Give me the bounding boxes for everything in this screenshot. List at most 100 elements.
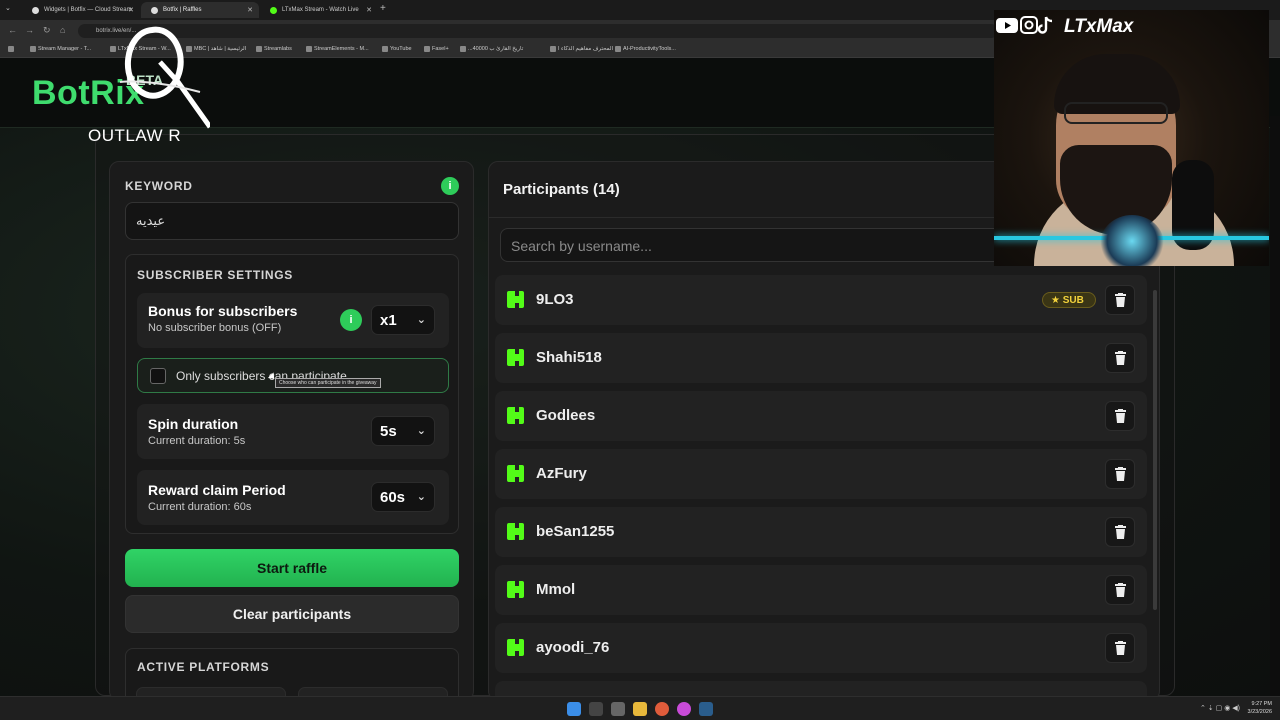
bookmark-item[interactable]: ...40000 تاريخ القارئ ب <box>460 46 523 52</box>
trash-icon <box>1115 351 1126 365</box>
chevron-down-icon: ⌄ <box>416 491 426 503</box>
tab-widgets[interactable]: Widgets | Botfix — Cloud Stream ✕ <box>22 2 140 18</box>
reload-icon[interactable]: ↻ <box>43 25 51 36</box>
participant-row: 9LO3 ★ SUB <box>495 275 1147 325</box>
taskbar-clock[interactable]: 9:27 PM 3/23/2026 <box>1248 700 1272 716</box>
kick-icon <box>507 639 524 656</box>
participants-title: Participants (14) <box>503 181 620 198</box>
bookmark-item[interactable]: YouTube <box>382 46 412 52</box>
participant-row: ayoodi_76 <box>495 623 1147 673</box>
bonus-select[interactable]: x1 ⌄ <box>371 305 435 335</box>
system-tray-icons[interactable]: ⌃ ⇣ ▢ ◉ ◀) <box>1200 704 1240 712</box>
participant-row: Mmol <box>495 565 1147 615</box>
windows-taskbar: ⌃ ⇣ ▢ ◉ ◀) 9:27 PM 3/23/2026 <box>0 696 1280 720</box>
instagram-icon <box>1020 16 1038 34</box>
kick-icon <box>507 465 524 482</box>
tab-raffles[interactable]: Botfix | Raffles ✕ <box>141 2 259 18</box>
search-icon[interactable] <box>589 702 603 716</box>
delete-participant-button[interactable] <box>1105 575 1135 605</box>
only-subscribers-tooltip: Choose who can participate in the giveaw… <box>275 378 381 388</box>
page-scrollbar[interactable] <box>1270 116 1280 720</box>
delete-participant-button[interactable] <box>1105 401 1135 431</box>
spin-duration-card: Spin duration Current duration: 5s 5s ⌄ <box>137 404 449 459</box>
keyword-info-icon[interactable]: i <box>441 177 459 195</box>
participant-name: Godlees <box>536 407 596 424</box>
claim-period-title: Reward claim Period <box>148 482 286 498</box>
back-icon[interactable]: ← <box>8 25 17 35</box>
tiktok-icon <box>1037 16 1053 34</box>
tab-close-icon[interactable]: ✕ <box>247 6 253 14</box>
claim-period-subtitle: Current duration: 60s <box>148 501 252 513</box>
chevron-down-icon: ⌄ <box>416 314 426 326</box>
participant-name: Shahi518 <box>536 349 602 366</box>
new-tab-icon[interactable]: + <box>380 3 386 14</box>
bookmark-item[interactable]: Fasel+ <box>424 46 449 52</box>
steam-icon[interactable] <box>699 702 713 716</box>
bookmark-item[interactable]: Stream Manager - T... <box>30 46 91 52</box>
raffle-settings-panel: KEYWORD i عيديه SUBSCRIBER SETTINGS Bonu… <box>109 161 474 701</box>
participant-name: beSan1255 <box>536 523 615 540</box>
sub-badge: ★ SUB <box>1042 292 1096 308</box>
bonus-card: Bonus for subscribers No subscriber bonu… <box>137 293 449 348</box>
claim-period-select[interactable]: 60s ⌄ <box>371 482 435 512</box>
delete-participant-button[interactable] <box>1105 517 1135 547</box>
kick-icon <box>507 407 524 424</box>
chrome-icon[interactable] <box>655 702 669 716</box>
kick-icon <box>507 523 524 540</box>
delete-participant-button[interactable] <box>1105 343 1135 373</box>
only-subscribers-checkbox[interactable] <box>150 368 166 384</box>
keyword-title: KEYWORD <box>125 179 193 193</box>
bonus-info-icon[interactable]: i <box>340 309 362 331</box>
kick-icon <box>507 581 524 598</box>
social-icons <box>996 16 1053 34</box>
webcam-glasses <box>1064 102 1168 124</box>
delete-participant-button[interactable] <box>1105 459 1135 489</box>
trash-icon <box>1115 293 1126 307</box>
spin-duration-select[interactable]: 5s ⌄ <box>371 416 435 446</box>
participant-name: 9LO3 <box>536 291 574 308</box>
bookmark-item[interactable]: AI-ProductivityTools... <box>615 46 676 52</box>
bonus-title: Bonus for subscribers <box>148 303 298 319</box>
home-icon[interactable]: ⌂ <box>60 25 65 35</box>
start-raffle-button[interactable]: Start raffle <box>125 549 459 587</box>
bookmark-item[interactable]: StreamElements - M... <box>306 46 369 52</box>
tab-favicon-icon <box>32 7 39 14</box>
task-view-icon[interactable] <box>611 702 625 716</box>
participant-name: AzFury <box>536 465 587 482</box>
url-input[interactable]: botrix.live/en/... <box>78 24 998 38</box>
file-explorer-icon[interactable] <box>633 702 647 716</box>
bookmark-item[interactable]: المحترف مفاهيم الذكاء ا <box>550 46 613 52</box>
app-icon[interactable] <box>677 702 691 716</box>
bookmark-item[interactable]: Streamlabs <box>256 46 292 52</box>
active-platforms-title: ACTIVE PLATFORMS <box>137 660 270 674</box>
keyword-input[interactable]: عيديه <box>125 202 459 240</box>
participant-row: Godlees <box>495 391 1147 441</box>
trash-icon <box>1115 641 1126 655</box>
windows-start-icon[interactable] <box>567 702 581 716</box>
trash-icon <box>1115 583 1126 597</box>
kick-icon <box>507 349 524 366</box>
webcam-overlay <box>994 10 1269 266</box>
tab-close-icon[interactable]: ✕ <box>366 6 372 14</box>
clear-participants-button[interactable]: Clear participants <box>125 595 459 633</box>
subscriber-settings-title: SUBSCRIBER SETTINGS <box>137 268 293 282</box>
subscriber-settings-box: SUBSCRIBER SETTINGS Bonus for subscriber… <box>125 254 459 534</box>
tab-close-icon[interactable]: ✕ <box>128 6 134 14</box>
tab-favicon-icon <box>151 7 158 14</box>
overlay-logo-text: OUTLAW R <box>88 126 182 145</box>
tab-list-icon[interactable]: ⌄ <box>5 4 11 12</box>
outlaw-logo-icon <box>119 26 210 129</box>
trash-icon <box>1115 409 1126 423</box>
trash-icon <box>1115 525 1126 539</box>
delete-participant-button[interactable] <box>1105 285 1135 315</box>
participants-scrollbar[interactable] <box>1153 290 1157 610</box>
spin-duration-subtitle: Current duration: 5s <box>148 435 246 447</box>
spin-duration-title: Spin duration <box>148 416 239 432</box>
delete-participant-button[interactable] <box>1105 633 1135 663</box>
only-subscribers-toggle[interactable]: Only subscribers can participate Choose … <box>137 358 449 393</box>
bonus-subtitle: No subscriber bonus (OFF) <box>148 322 282 334</box>
tab-ltxmax-stream[interactable]: LTxMax Stream - Watch Live ✕ <box>260 2 378 18</box>
active-platforms-box: ACTIVE PLATFORMS <box>125 648 459 700</box>
forward-icon[interactable]: → <box>25 25 34 35</box>
social-handle: LTxMax <box>1064 16 1134 37</box>
